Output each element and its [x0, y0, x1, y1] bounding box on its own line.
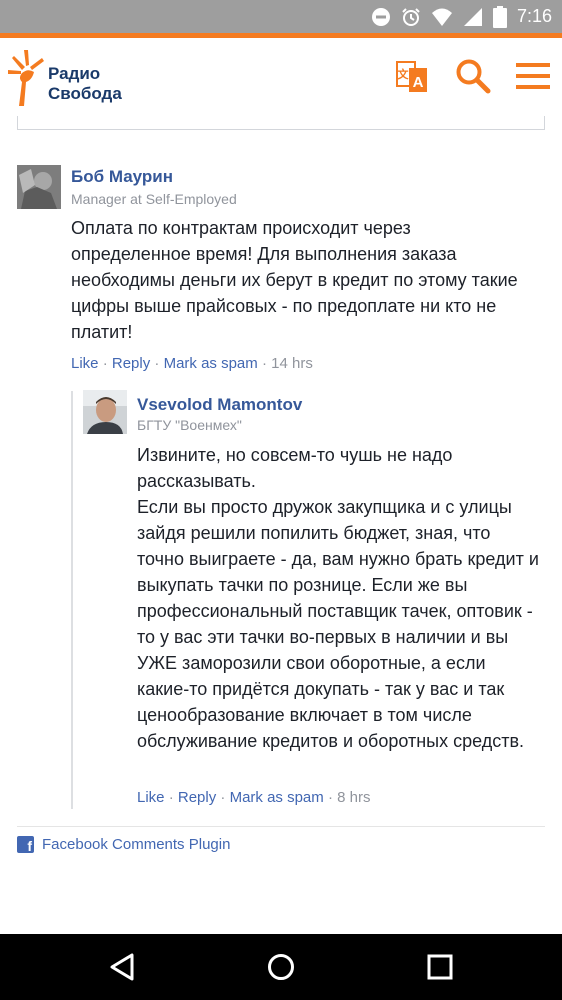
comment-actions: Like · Reply · Mark as spam · 14 hrs — [71, 355, 313, 372]
comment-timestamp[interactable]: 14 hrs — [271, 355, 313, 372]
menu-icon[interactable] — [515, 58, 551, 99]
mark-as-spam-link[interactable]: Mark as spam — [230, 789, 324, 806]
comment-text-paragraph: Извините, но совсем-то чушь не надо расс… — [137, 445, 453, 491]
back-icon[interactable] — [108, 952, 138, 982]
reply-link[interactable]: Reply — [112, 355, 150, 372]
logo-line-1: Радио — [48, 64, 101, 83]
battery-icon — [492, 5, 507, 28]
comment-body: Оплата по контрактам происходит через оп… — [71, 215, 531, 345]
site-header: Радио Свобода A 文 — [0, 38, 562, 116]
avatar[interactable] — [17, 165, 61, 209]
logo-text: Радио Свобода — [48, 64, 122, 104]
comment-actions: Like · Reply · Mark as spam · 8 hrs — [137, 789, 370, 806]
reply-link[interactable]: Reply — [178, 789, 216, 806]
comment-body: Извините, но совсем-то чушь не надо расс… — [137, 442, 539, 754]
facebook-comments-plugin-link[interactable]: f Facebook Comments Plugin — [17, 836, 230, 853]
do-not-disturb-icon — [371, 7, 391, 27]
clock: 7:16 — [516, 6, 552, 26]
separator: · — [102, 355, 108, 372]
home-icon[interactable] — [266, 952, 296, 982]
status-icons: 7:16 — [371, 0, 552, 33]
like-link[interactable]: Like — [137, 789, 165, 806]
comment-author[interactable]: Боб Маурин — [71, 167, 173, 187]
facebook-icon: f — [17, 836, 34, 853]
comment-input-box[interactable] — [17, 116, 545, 130]
like-link[interactable]: Like — [71, 355, 99, 372]
signal-icon — [463, 7, 483, 27]
comment-author-subtitle: Manager at Self-Employed — [71, 191, 237, 207]
logo-line-2: Свобода — [48, 84, 122, 103]
svg-text:A: A — [413, 74, 424, 91]
radio-svoboda-logo[interactable]: Радио Свобода — [8, 50, 138, 106]
alarm-icon — [401, 7, 421, 27]
svg-text:文: 文 — [398, 67, 410, 81]
comment-text-paragraph: Если вы просто дружок закупщика и с улиц… — [137, 497, 539, 751]
plugin-label[interactable]: Facebook Comments Plugin — [42, 836, 230, 853]
separator: · — [327, 789, 333, 806]
separator: · — [261, 355, 267, 372]
search-icon[interactable] — [455, 58, 491, 99]
reply-thread-line — [71, 391, 73, 809]
recents-icon[interactable] — [425, 952, 455, 982]
comment-author-subtitle: БГТУ "Военмех" — [137, 417, 242, 433]
avatar[interactable] — [83, 390, 127, 434]
navigation-bar — [0, 934, 562, 1000]
wifi-icon — [431, 7, 453, 27]
footer-divider — [17, 826, 545, 827]
comment-author[interactable]: Vsevolod Mamontov — [137, 395, 302, 415]
comment-text: Оплата по контрактам происходит через оп… — [71, 218, 518, 342]
status-bar: 7:16 — [0, 0, 562, 33]
translate-icon[interactable]: A 文 — [395, 58, 429, 99]
separator: · — [154, 355, 160, 372]
separator: · — [220, 789, 226, 806]
mark-as-spam-link[interactable]: Mark as spam — [164, 355, 258, 372]
comment-timestamp[interactable]: 8 hrs — [337, 789, 370, 806]
separator: · — [168, 789, 174, 806]
torch-logo-icon — [8, 50, 44, 106]
